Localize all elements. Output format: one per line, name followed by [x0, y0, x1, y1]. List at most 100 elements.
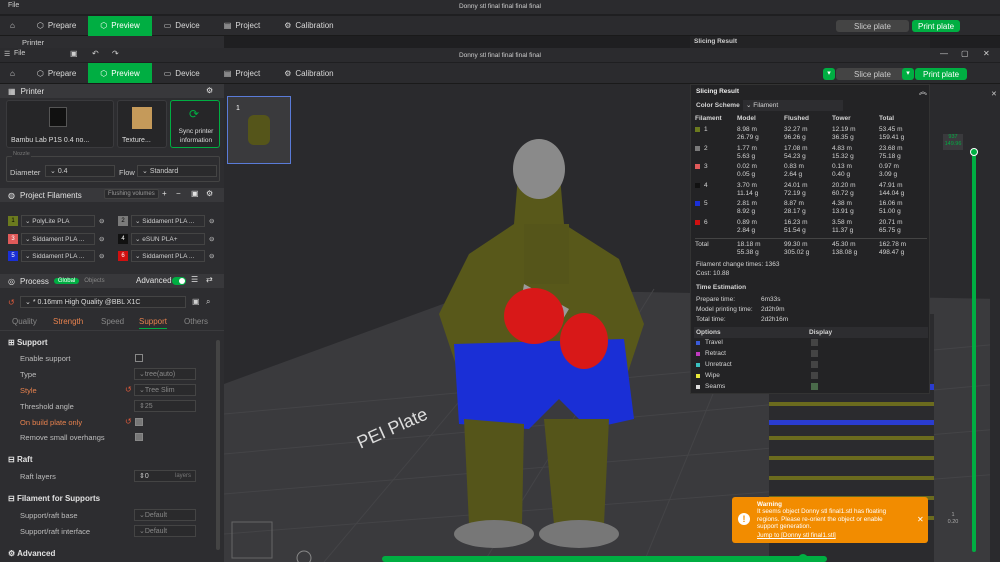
printer-name: Bambu Lab P1S 0.4 no...: [11, 137, 90, 144]
collapse-icon[interactable]: ︽: [919, 86, 927, 97]
layer-slider-top-handle[interactable]: [970, 148, 978, 156]
filament-item-4[interactable]: 4 ⌄ eSUN PLA+ ⊖: [118, 233, 214, 245]
view-reset-icon[interactable]: [296, 550, 312, 562]
model-time-label: Model printing time:: [696, 306, 753, 313]
panel-scrollbar[interactable]: [216, 340, 220, 550]
option-display-checkbox[interactable]: [811, 350, 818, 357]
threshold-label: Threshold angle: [20, 402, 74, 411]
filament-table-total: Total 18.18 m 55.38 g 99.30 m 305.02 g 45.…: [695, 238, 927, 257]
printer-settings-icon[interactable]: ⚙: [206, 86, 213, 95]
filament-color-swatch: [695, 182, 700, 188]
ghost-home-icon[interactable]: ⌂: [0, 16, 25, 36]
process-preset-select[interactable]: ⌄ * 0.16mm High Quality @BBL X1C: [20, 296, 186, 308]
style-select[interactable]: ⌄ Tree Slim: [134, 384, 196, 396]
print-dropdown-icon[interactable]: ▾: [902, 68, 914, 80]
layer-slider-track[interactable]: [972, 152, 976, 552]
remove-small-checkbox[interactable]: [135, 433, 143, 441]
option-color-swatch: [696, 341, 700, 345]
filament-edit-icon[interactable]: ⊖: [99, 235, 104, 243]
flow-label: Flow: [119, 168, 135, 177]
sync-printer-button[interactable]: ⟳ Sync printer information: [170, 100, 220, 148]
filament-edit-icon[interactable]: ⊖: [99, 217, 104, 225]
raft-interface-select[interactable]: ⌄ Default: [134, 525, 196, 537]
enable-support-checkbox[interactable]: [135, 354, 143, 362]
color-scheme-label: Color Scheme: [696, 102, 740, 109]
print-plate-button[interactable]: Print plate: [915, 68, 968, 80]
calibration-icon: ⚙: [284, 68, 292, 78]
filament-item-2[interactable]: 2 ⌄ Siddament PLA ... ⊖: [118, 215, 214, 227]
tab-strength[interactable]: Strength: [53, 317, 83, 326]
raft-base-select[interactable]: ⌄ Default: [134, 509, 196, 521]
tab-speed[interactable]: Speed: [101, 317, 124, 326]
slice-plate-button[interactable]: Slice plate: [836, 68, 909, 80]
printer-section-header: ▦ Printer ⚙: [0, 84, 224, 98]
ghost-printer-header: Printer: [0, 36, 224, 48]
printer-card[interactable]: Bambu Lab P1S 0.4 no...: [6, 100, 114, 148]
filament-item-1[interactable]: 1 ⌄ PolyLite PLA ⊖: [8, 215, 104, 227]
option-display-checkbox[interactable]: [811, 339, 818, 346]
tab-preview[interactable]: ⬡ Preview: [88, 63, 152, 83]
preset-search-icon[interactable]: ⌕: [206, 297, 210, 307]
preset-save-icon[interactable]: ▣: [192, 297, 200, 306]
filament-table-body: 1 8.98 m 26.79 g 32.27 m 96.26 g 12.19 m 36.35…: [695, 126, 927, 237]
add-filament-icon[interactable]: +: [162, 189, 167, 198]
threshold-input[interactable]: ⇕ 25: [134, 400, 196, 412]
plate-thumbnail[interactable]: 1: [227, 96, 291, 164]
sync-filament-icon[interactable]: ▣: [191, 189, 199, 198]
color-scheme-select[interactable]: ⌄ Filament: [743, 100, 843, 111]
build-plate-checkbox[interactable]: [135, 418, 143, 426]
tab-support[interactable]: Support: [139, 317, 168, 329]
texture-card[interactable]: Texture...: [117, 100, 167, 148]
filament-edit-icon[interactable]: ⊖: [209, 235, 214, 243]
ghost-tab-prepare[interactable]: ⬡ Prepare: [25, 16, 88, 36]
tab-others[interactable]: Others: [184, 317, 208, 326]
ghost-tab-calibration[interactable]: ⚙ Calibration: [272, 16, 345, 36]
tab-device[interactable]: ▭ Device: [152, 63, 212, 83]
type-select[interactable]: ⌄ tree(auto): [134, 368, 196, 380]
flushing-volumes-button[interactable]: Flushing volumes: [104, 189, 159, 199]
ghost-tab-preview[interactable]: ⬡ Preview: [88, 15, 152, 36]
option-display-checkbox[interactable]: [811, 372, 818, 379]
advanced-toggle[interactable]: [172, 277, 186, 285]
process-compare-icon[interactable]: ⇄: [206, 275, 213, 284]
filament-flushed-cell: 16.23 m 51.54 g: [784, 218, 808, 234]
process-list-icon[interactable]: ☰: [191, 275, 198, 284]
side-close-icon[interactable]: ✕: [991, 90, 997, 98]
filament-item-3[interactable]: 3 ⌄ Siddament PLA ... ⊖: [8, 233, 104, 245]
filament-tower-cell: 12.19 m 36.35 g: [832, 126, 856, 141]
ghost-slice-button[interactable]: Slice plate: [836, 20, 909, 32]
warning-close-icon[interactable]: ✕: [917, 515, 924, 524]
remove-filament-icon[interactable]: −: [176, 189, 181, 198]
support-header: ⊞ Support: [8, 338, 48, 347]
warning-link[interactable]: Jump to [Donny stl final1.stl]: [757, 532, 836, 539]
tab-project[interactable]: ▤ Project: [212, 63, 272, 83]
build-plate-reset-icon[interactable]: ↺: [125, 417, 132, 426]
diameter-select[interactable]: ⌄ 0.4: [45, 165, 115, 177]
flow-select[interactable]: ⌄ Standard: [137, 165, 217, 177]
ghost-print-button[interactable]: Print plate: [912, 20, 961, 32]
filament-edit-icon[interactable]: ⊖: [209, 252, 214, 260]
slice-dropdown-icon[interactable]: ▾: [823, 68, 835, 80]
ghost-tab-device[interactable]: ▭ Device: [152, 16, 212, 36]
tab-prepare[interactable]: ⬡ Prepare: [25, 63, 88, 83]
ghost-slicing-header: Slicing Result: [690, 36, 930, 48]
style-reset-icon[interactable]: ↺: [125, 385, 132, 394]
objects-toggle[interactable]: Objects: [84, 278, 104, 284]
tab-quality[interactable]: Quality: [12, 317, 37, 326]
filament-item-6[interactable]: 6 ⌄ Siddament PLA ... ⊖: [118, 250, 214, 262]
filament-icon: ◍: [8, 190, 15, 200]
filament-edit-icon[interactable]: ⊖: [99, 252, 104, 260]
filament-edit-icon[interactable]: ⊖: [209, 217, 214, 225]
filament-number: 5: [704, 200, 708, 207]
home-icon[interactable]: ⌂: [0, 63, 25, 83]
preset-reset-icon[interactable]: ↺: [8, 298, 15, 307]
option-display-checkbox[interactable]: [811, 361, 818, 368]
ghost-tab-project[interactable]: ▤ Project: [212, 16, 272, 36]
filament-item-5[interactable]: 5 ⌄ Siddament PLA ... ⊖: [8, 250, 104, 262]
tab-calibration[interactable]: ⚙ Calibration: [272, 63, 345, 83]
raft-layers-input[interactable]: ⇕ 0 layers: [134, 470, 196, 482]
global-toggle[interactable]: Global: [53, 278, 80, 284]
option-display-checkbox[interactable]: [811, 383, 818, 390]
filament-total-cell: 53.45 m 159.41 g: [879, 126, 905, 141]
filament-settings-icon[interactable]: ⚙: [206, 189, 213, 198]
